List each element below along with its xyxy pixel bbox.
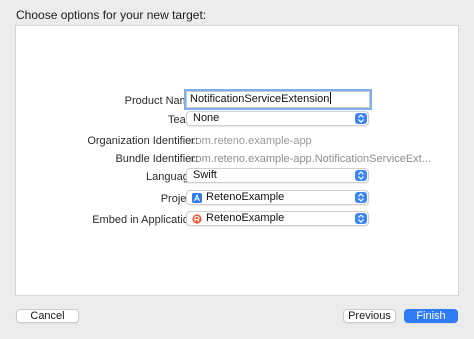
team-value: None bbox=[193, 112, 220, 124]
embed-in-application-label: Embed in Application: bbox=[92, 214, 198, 226]
finish-button[interactable]: Finish bbox=[404, 309, 458, 323]
text-caret bbox=[330, 92, 332, 104]
language-row: Language: Swift bbox=[16, 168, 460, 185]
team-popup[interactable]: None bbox=[186, 111, 369, 126]
product-name-row: Product Name: NotificationServiceExtensi… bbox=[16, 91, 460, 109]
popup-stepper-icon bbox=[355, 213, 367, 224]
language-popup[interactable]: Swift bbox=[186, 168, 369, 183]
options-panel: Product Name: NotificationServiceExtensi… bbox=[15, 25, 459, 296]
app-icon bbox=[192, 214, 202, 224]
organization-identifier-label: Organization Identifier: bbox=[87, 135, 198, 147]
organization-identifier-row: Organization Identifier: com.reteno.exam… bbox=[16, 133, 460, 149]
project-row: Project: RetenoExample bbox=[16, 190, 460, 207]
language-value: Swift bbox=[193, 169, 217, 181]
popup-stepper-icon bbox=[355, 113, 367, 124]
project-value: RetenoExample bbox=[206, 191, 285, 203]
cancel-button[interactable]: Cancel bbox=[16, 309, 79, 323]
popup-stepper-icon bbox=[355, 192, 367, 203]
bundle-identifier-row: Bundle Identifier: com.reteno.example-ap… bbox=[16, 151, 460, 167]
previous-button[interactable]: Previous bbox=[343, 309, 396, 323]
dialog-title: Choose options for your new target: bbox=[16, 8, 207, 22]
product-name-value: NotificationServiceExtension bbox=[190, 93, 330, 105]
product-name-input[interactable]: NotificationServiceExtension bbox=[186, 91, 370, 108]
xcode-project-icon bbox=[192, 193, 202, 203]
embed-in-application-value: RetenoExample bbox=[206, 212, 285, 224]
bundle-identifier-label: Bundle Identifier: bbox=[115, 153, 198, 165]
team-row: Team: None bbox=[16, 111, 460, 128]
organization-identifier-value[interactable]: com.reteno.example-app bbox=[190, 133, 312, 149]
bundle-identifier-value: com.reteno.example-app.NotificationServi… bbox=[190, 153, 431, 165]
embed-in-application-popup[interactable]: RetenoExample bbox=[186, 211, 369, 226]
popup-stepper-icon bbox=[355, 170, 367, 181]
project-popup[interactable]: RetenoExample bbox=[186, 190, 369, 205]
embed-in-application-row: Embed in Application: RetenoExample bbox=[16, 211, 460, 228]
